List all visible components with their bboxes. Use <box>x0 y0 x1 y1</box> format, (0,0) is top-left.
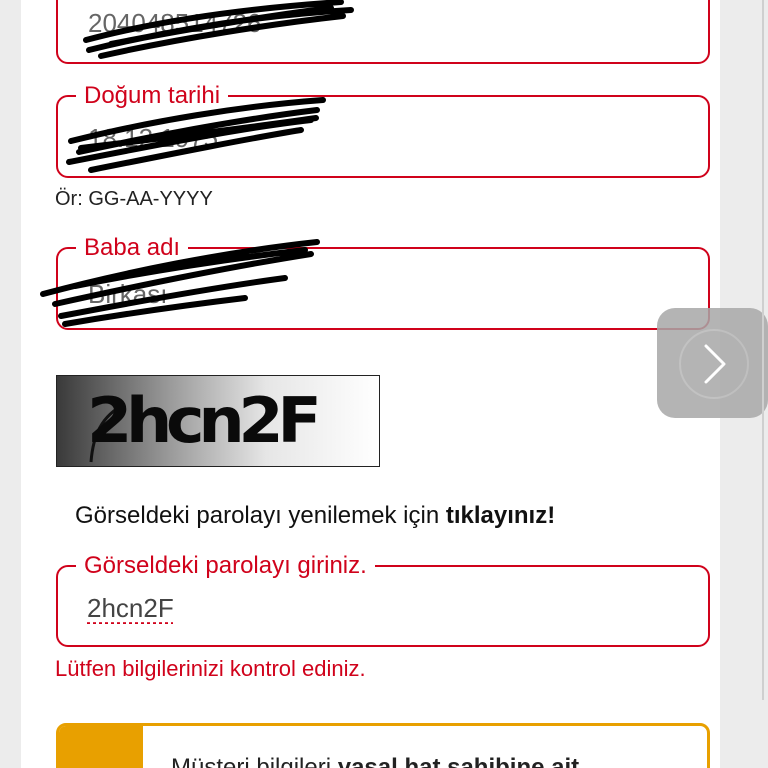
notice-text: Müşteri bilgileri yasal hat sahibine ait <box>171 754 579 768</box>
id-number-field[interactable]: 204048514726 <box>56 0 710 64</box>
birth-date-field[interactable]: Doğum tarihi 18.12.1975 <box>56 81 710 178</box>
captcha-input-label: Görseldeki parolayı giriniz. <box>76 551 375 581</box>
captcha-refresh-link[interactable]: tıklayınız! <box>446 502 555 529</box>
captcha-input[interactable] <box>87 590 647 626</box>
captcha-refresh-prefix: Görseldeki parolayı yenilemek için <box>75 502 446 529</box>
captcha-refresh-text: Görseldeki parolayı yenilemek için tıkla… <box>75 502 555 530</box>
chevron-right-icon <box>679 329 749 399</box>
father-name-label: Baba adı <box>76 233 189 263</box>
notice-box: Müşteri bilgileri yasal hat sahibine ait <box>56 723 710 768</box>
scrollbar[interactable] <box>760 0 766 700</box>
birth-date-hint: Ör: GG-AA-YYYY <box>55 188 213 210</box>
form-card: 204048514726 Doğum tarihi 18.12.1975 Ör:… <box>21 0 720 768</box>
notice-accent-bar <box>59 726 143 768</box>
notice-text-bold: yasal hat sahibine ait <box>337 754 580 768</box>
next-button[interactable] <box>657 308 768 418</box>
notice-text-normal: Müşteri bilgileri <box>171 754 338 768</box>
father-name-field[interactable]: Baba adı Birkası <box>56 233 710 330</box>
father-name-value[interactable]: Birkası <box>88 279 167 310</box>
error-message: Lütfen bilgilerinizi kontrol ediniz. <box>55 656 366 681</box>
captcha-image: 2hcn2F <box>56 375 380 467</box>
birth-date-value[interactable]: 18.12.1975 <box>88 123 218 154</box>
id-number-value[interactable]: 204048514726 <box>88 8 262 39</box>
captcha-image-text: 2hcn2F <box>87 384 322 457</box>
birth-date-label: Doğum tarihi <box>76 81 229 111</box>
